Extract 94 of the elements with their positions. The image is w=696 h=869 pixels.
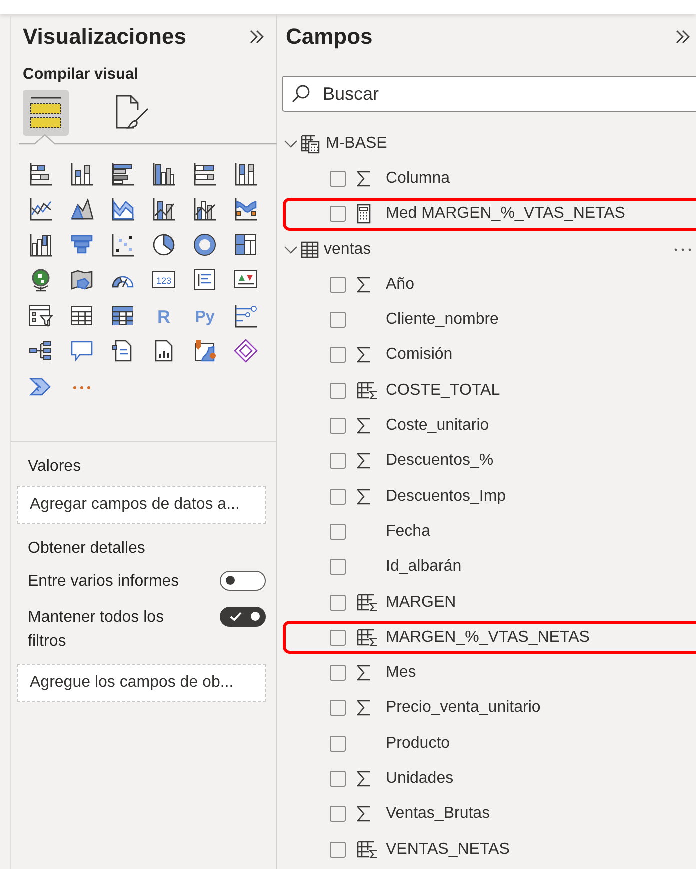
calculated-column-icon <box>357 592 379 612</box>
sigma-icon <box>357 276 371 294</box>
search-field[interactable]: Buscar <box>282 76 696 112</box>
field-name[interactable]: Med MARGEN_%_VTAS_NETAS <box>386 205 626 224</box>
checkbox[interactable] <box>330 488 346 505</box>
build-visual-tab[interactable] <box>23 90 69 136</box>
column-chart-icon[interactable] <box>68 160 94 187</box>
checkbox[interactable] <box>330 700 346 716</box>
field-name[interactable]: MARGEN_%_VTAS_NETAS <box>386 628 590 647</box>
checkbox[interactable] <box>330 524 346 540</box>
checkbox[interactable] <box>330 842 346 858</box>
checkbox[interactable] <box>330 312 346 328</box>
checkbox[interactable] <box>330 594 346 610</box>
check-icon <box>230 612 242 622</box>
checkbox[interactable] <box>330 276 346 293</box>
waterfall-chart-icon[interactable] <box>28 232 54 258</box>
checkbox[interactable] <box>330 347 346 364</box>
combo-chart-icon[interactable] <box>150 196 176 222</box>
section-label: Valores <box>28 458 82 476</box>
field-name[interactable]: Año <box>386 276 414 294</box>
line-chart-icon[interactable] <box>28 196 54 222</box>
sigma-icon <box>357 664 371 682</box>
sigma-icon <box>357 417 371 436</box>
bar-chart-icon[interactable] <box>110 160 136 187</box>
section-label: Obtener detalles <box>28 540 146 558</box>
key-influencers-icon[interactable] <box>232 302 258 329</box>
column-chart-icon[interactable] <box>232 160 258 187</box>
bar-chart-icon[interactable] <box>28 160 54 187</box>
sigma-icon <box>357 699 371 718</box>
scatter-chart-icon[interactable] <box>110 232 136 258</box>
sigma-icon <box>357 346 371 364</box>
field-name[interactable]: Unidades <box>386 770 454 788</box>
checkbox[interactable] <box>330 806 346 822</box>
checkbox[interactable] <box>330 630 346 646</box>
collapse-icon[interactable] <box>248 28 266 46</box>
donut-chart-icon[interactable] <box>192 232 218 258</box>
table-name[interactable]: M-BASE <box>326 134 388 153</box>
multi-row-card-icon[interactable] <box>192 267 218 294</box>
calculated-column-icon <box>357 628 379 648</box>
sigma-icon <box>357 805 371 824</box>
slicer-icon[interactable] <box>28 302 54 329</box>
diamond-icon[interactable] <box>232 338 258 364</box>
more-options-icon[interactable] <box>674 246 692 253</box>
toggle-switch[interactable] <box>220 571 266 591</box>
field-name[interactable]: Comisión <box>386 346 453 364</box>
column-chart-icon[interactable] <box>150 160 176 187</box>
field-name[interactable]: Fecha <box>386 522 430 541</box>
checkbox[interactable] <box>330 770 346 787</box>
table-icon <box>301 240 319 259</box>
checkbox[interactable] <box>330 382 346 399</box>
bar-chart-icon[interactable] <box>192 160 218 187</box>
collapse-icon[interactable] <box>674 28 692 46</box>
area-chart-icon[interactable] <box>68 196 94 222</box>
drop-field-well[interactable]: Agregue los campos de ob... <box>17 664 266 702</box>
field-name[interactable]: Ventas_Brutas <box>386 805 490 824</box>
checkbox[interactable] <box>330 418 346 434</box>
combo-chart-icon[interactable] <box>192 196 218 222</box>
field-name[interactable]: Id_albarán <box>386 558 462 576</box>
pane-title: Campos <box>286 24 373 50</box>
toggle-label: Entre varios informes <box>28 572 180 592</box>
pane-title: Visualizaciones <box>23 24 186 50</box>
checkbox[interactable] <box>330 559 346 576</box>
field-name[interactable]: Columna <box>386 170 450 188</box>
area-chart-icon[interactable] <box>110 196 136 222</box>
field-name[interactable]: VENTAS_NETAS <box>386 840 510 859</box>
field-name[interactable]: MARGEN <box>386 594 456 612</box>
toggle-switch[interactable] <box>220 607 266 627</box>
checkbox[interactable] <box>330 665 346 682</box>
checkbox[interactable] <box>330 206 346 222</box>
drop-field-well[interactable]: Agregar campos de datos a... <box>17 486 266 524</box>
checkbox[interactable] <box>330 453 346 470</box>
calculator-icon <box>357 204 371 224</box>
sigma-icon <box>357 488 371 506</box>
field-name[interactable]: COSTE_TOTAL <box>386 382 500 400</box>
field-name[interactable]: Descuentos_Imp <box>386 488 506 506</box>
field-name[interactable]: Cliente_nombre <box>386 311 499 330</box>
calculated-column-icon <box>357 380 379 401</box>
field-name[interactable]: Coste_unitario <box>386 417 490 436</box>
sigma-icon <box>357 452 371 470</box>
field-name[interactable]: Precio_venta_unitario <box>386 699 541 718</box>
sigma-icon <box>357 170 371 188</box>
pie-chart-icon[interactable] <box>150 232 176 258</box>
field-name[interactable]: Producto <box>386 734 450 753</box>
calculated-column-icon <box>357 840 379 860</box>
toggle-label: Mantener todos los filtros <box>28 608 166 652</box>
checkbox[interactable] <box>330 170 346 187</box>
sigma-icon <box>357 770 371 788</box>
section-title: Compilar visual <box>23 66 140 84</box>
table-name[interactable]: ventas <box>324 240 372 259</box>
checkbox[interactable] <box>330 736 346 752</box>
ribbon-chart-icon[interactable] <box>232 196 258 222</box>
calculated-table-icon <box>301 134 321 154</box>
field-name[interactable]: Descuentos_% <box>386 452 494 470</box>
field-name[interactable]: Mes <box>386 664 416 682</box>
